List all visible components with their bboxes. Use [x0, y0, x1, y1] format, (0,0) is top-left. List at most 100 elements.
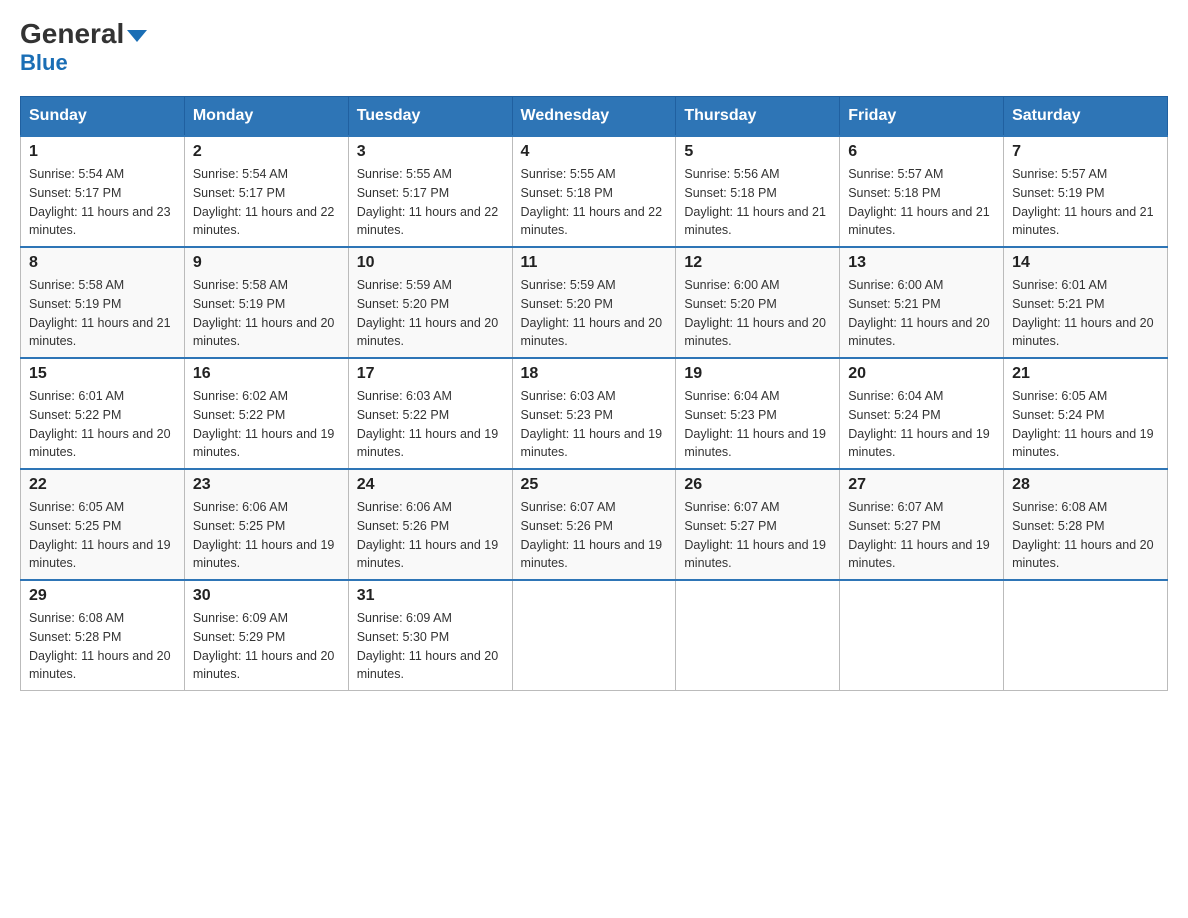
day-cell-3: 3 Sunrise: 5:55 AM Sunset: 5:17 PM Dayli… [348, 136, 512, 247]
day-info: Sunrise: 5:58 AM Sunset: 5:19 PM Dayligh… [29, 276, 176, 351]
col-header-monday: Monday [184, 97, 348, 137]
day-cell-5: 5 Sunrise: 5:56 AM Sunset: 5:18 PM Dayli… [676, 136, 840, 247]
day-info: Sunrise: 6:07 AM Sunset: 5:27 PM Dayligh… [684, 498, 831, 573]
day-info: Sunrise: 6:00 AM Sunset: 5:20 PM Dayligh… [684, 276, 831, 351]
day-info: Sunrise: 6:04 AM Sunset: 5:24 PM Dayligh… [848, 387, 995, 462]
day-number: 17 [357, 365, 504, 383]
day-cell-4: 4 Sunrise: 5:55 AM Sunset: 5:18 PM Dayli… [512, 136, 676, 247]
day-number: 9 [193, 254, 340, 272]
day-number: 23 [193, 476, 340, 494]
day-info: Sunrise: 6:06 AM Sunset: 5:25 PM Dayligh… [193, 498, 340, 573]
day-info: Sunrise: 6:02 AM Sunset: 5:22 PM Dayligh… [193, 387, 340, 462]
day-cell-23: 23 Sunrise: 6:06 AM Sunset: 5:25 PM Dayl… [184, 469, 348, 580]
day-cell-28: 28 Sunrise: 6:08 AM Sunset: 5:28 PM Dayl… [1004, 469, 1168, 580]
day-cell-18: 18 Sunrise: 6:03 AM Sunset: 5:23 PM Dayl… [512, 358, 676, 469]
day-number: 2 [193, 143, 340, 161]
week-row-2: 8 Sunrise: 5:58 AM Sunset: 5:19 PM Dayli… [21, 247, 1168, 358]
day-cell-15: 15 Sunrise: 6:01 AM Sunset: 5:22 PM Dayl… [21, 358, 185, 469]
day-info: Sunrise: 5:54 AM Sunset: 5:17 PM Dayligh… [29, 165, 176, 240]
day-info: Sunrise: 5:55 AM Sunset: 5:17 PM Dayligh… [357, 165, 504, 240]
day-cell-25: 25 Sunrise: 6:07 AM Sunset: 5:26 PM Dayl… [512, 469, 676, 580]
day-number: 3 [357, 143, 504, 161]
day-number: 25 [521, 476, 668, 494]
col-header-wednesday: Wednesday [512, 97, 676, 137]
week-row-3: 15 Sunrise: 6:01 AM Sunset: 5:22 PM Dayl… [21, 358, 1168, 469]
logo-main-text: General [20, 20, 147, 48]
day-number: 20 [848, 365, 995, 383]
day-cell-16: 16 Sunrise: 6:02 AM Sunset: 5:22 PM Dayl… [184, 358, 348, 469]
day-number: 29 [29, 587, 176, 605]
day-number: 22 [29, 476, 176, 494]
week-row-4: 22 Sunrise: 6:05 AM Sunset: 5:25 PM Dayl… [21, 469, 1168, 580]
day-info: Sunrise: 5:59 AM Sunset: 5:20 PM Dayligh… [521, 276, 668, 351]
day-number: 8 [29, 254, 176, 272]
day-number: 24 [357, 476, 504, 494]
day-info: Sunrise: 6:07 AM Sunset: 5:27 PM Dayligh… [848, 498, 995, 573]
day-number: 12 [684, 254, 831, 272]
day-cell-17: 17 Sunrise: 6:03 AM Sunset: 5:22 PM Dayl… [348, 358, 512, 469]
empty-cell [676, 580, 840, 691]
col-header-sunday: Sunday [21, 97, 185, 137]
day-number: 19 [684, 365, 831, 383]
day-cell-6: 6 Sunrise: 5:57 AM Sunset: 5:18 PM Dayli… [840, 136, 1004, 247]
day-cell-7: 7 Sunrise: 5:57 AM Sunset: 5:19 PM Dayli… [1004, 136, 1168, 247]
day-info: Sunrise: 6:01 AM Sunset: 5:22 PM Dayligh… [29, 387, 176, 462]
col-header-tuesday: Tuesday [348, 97, 512, 137]
day-number: 15 [29, 365, 176, 383]
day-number: 11 [521, 254, 668, 272]
day-number: 26 [684, 476, 831, 494]
day-number: 1 [29, 143, 176, 161]
day-number: 5 [684, 143, 831, 161]
day-info: Sunrise: 5:59 AM Sunset: 5:20 PM Dayligh… [357, 276, 504, 351]
day-number: 27 [848, 476, 995, 494]
day-info: Sunrise: 5:57 AM Sunset: 5:19 PM Dayligh… [1012, 165, 1159, 240]
day-cell-20: 20 Sunrise: 6:04 AM Sunset: 5:24 PM Dayl… [840, 358, 1004, 469]
day-cell-9: 9 Sunrise: 5:58 AM Sunset: 5:19 PM Dayli… [184, 247, 348, 358]
empty-cell [840, 580, 1004, 691]
col-header-saturday: Saturday [1004, 97, 1168, 137]
col-header-thursday: Thursday [676, 97, 840, 137]
page-header: General Blue [20, 20, 1168, 76]
day-cell-26: 26 Sunrise: 6:07 AM Sunset: 5:27 PM Dayl… [676, 469, 840, 580]
day-number: 10 [357, 254, 504, 272]
day-cell-19: 19 Sunrise: 6:04 AM Sunset: 5:23 PM Dayl… [676, 358, 840, 469]
day-number: 7 [1012, 143, 1159, 161]
day-info: Sunrise: 6:05 AM Sunset: 5:24 PM Dayligh… [1012, 387, 1159, 462]
week-row-5: 29 Sunrise: 6:08 AM Sunset: 5:28 PM Dayl… [21, 580, 1168, 691]
day-cell-21: 21 Sunrise: 6:05 AM Sunset: 5:24 PM Dayl… [1004, 358, 1168, 469]
day-cell-22: 22 Sunrise: 6:05 AM Sunset: 5:25 PM Dayl… [21, 469, 185, 580]
day-cell-1: 1 Sunrise: 5:54 AM Sunset: 5:17 PM Dayli… [21, 136, 185, 247]
day-number: 16 [193, 365, 340, 383]
logo-sub-text: Blue [20, 50, 68, 76]
empty-cell [512, 580, 676, 691]
col-header-friday: Friday [840, 97, 1004, 137]
day-cell-29: 29 Sunrise: 6:08 AM Sunset: 5:28 PM Dayl… [21, 580, 185, 691]
day-info: Sunrise: 6:01 AM Sunset: 5:21 PM Dayligh… [1012, 276, 1159, 351]
day-info: Sunrise: 5:57 AM Sunset: 5:18 PM Dayligh… [848, 165, 995, 240]
week-row-1: 1 Sunrise: 5:54 AM Sunset: 5:17 PM Dayli… [21, 136, 1168, 247]
day-info: Sunrise: 6:03 AM Sunset: 5:23 PM Dayligh… [521, 387, 668, 462]
day-info: Sunrise: 6:05 AM Sunset: 5:25 PM Dayligh… [29, 498, 176, 573]
day-info: Sunrise: 5:58 AM Sunset: 5:19 PM Dayligh… [193, 276, 340, 351]
day-number: 14 [1012, 254, 1159, 272]
day-cell-13: 13 Sunrise: 6:00 AM Sunset: 5:21 PM Dayl… [840, 247, 1004, 358]
day-info: Sunrise: 6:03 AM Sunset: 5:22 PM Dayligh… [357, 387, 504, 462]
day-number: 4 [521, 143, 668, 161]
day-cell-8: 8 Sunrise: 5:58 AM Sunset: 5:19 PM Dayli… [21, 247, 185, 358]
day-info: Sunrise: 6:08 AM Sunset: 5:28 PM Dayligh… [1012, 498, 1159, 573]
day-info: Sunrise: 6:06 AM Sunset: 5:26 PM Dayligh… [357, 498, 504, 573]
day-info: Sunrise: 6:04 AM Sunset: 5:23 PM Dayligh… [684, 387, 831, 462]
day-number: 31 [357, 587, 504, 605]
logo: General Blue [20, 20, 147, 76]
day-number: 30 [193, 587, 340, 605]
day-cell-14: 14 Sunrise: 6:01 AM Sunset: 5:21 PM Dayl… [1004, 247, 1168, 358]
day-info: Sunrise: 5:54 AM Sunset: 5:17 PM Dayligh… [193, 165, 340, 240]
day-info: Sunrise: 6:00 AM Sunset: 5:21 PM Dayligh… [848, 276, 995, 351]
day-cell-11: 11 Sunrise: 5:59 AM Sunset: 5:20 PM Dayl… [512, 247, 676, 358]
day-info: Sunrise: 5:56 AM Sunset: 5:18 PM Dayligh… [684, 165, 831, 240]
day-cell-12: 12 Sunrise: 6:00 AM Sunset: 5:20 PM Dayl… [676, 247, 840, 358]
day-number: 6 [848, 143, 995, 161]
day-number: 18 [521, 365, 668, 383]
day-info: Sunrise: 5:55 AM Sunset: 5:18 PM Dayligh… [521, 165, 668, 240]
day-number: 21 [1012, 365, 1159, 383]
